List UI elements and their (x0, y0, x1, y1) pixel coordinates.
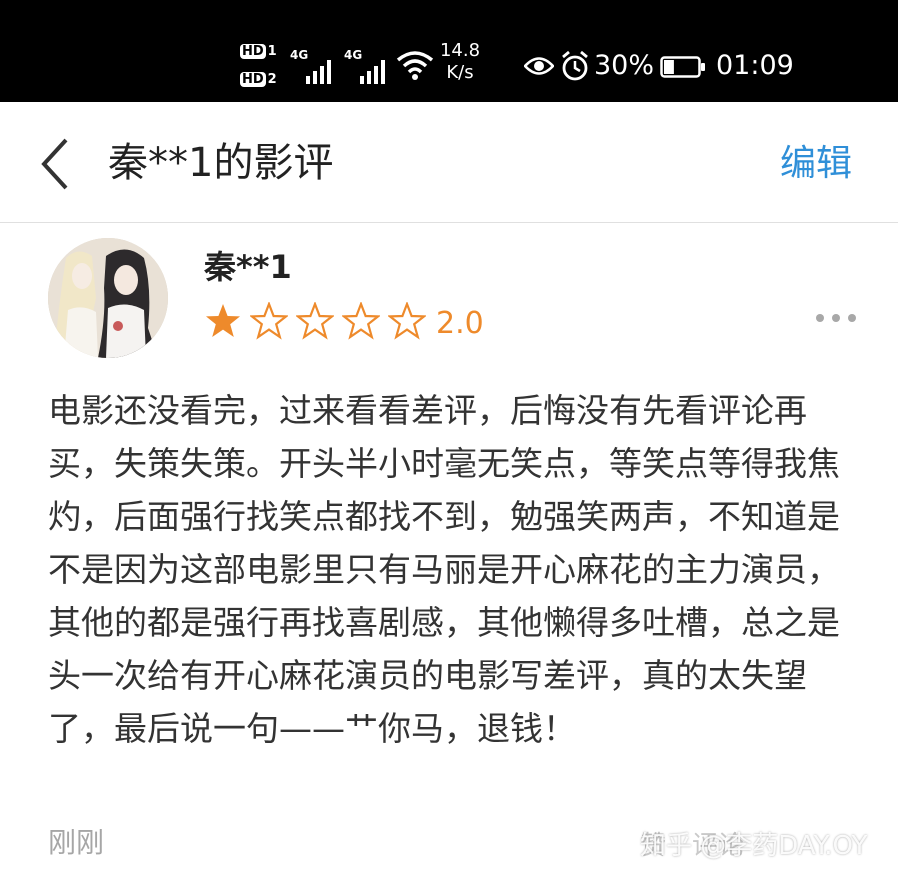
hd-badge-sim2: HD 2 (240, 70, 280, 90)
review-body: 电影还没看完，过来看看差评，后悔没有先看评论再买，失策失策。开头半小时毫无笑点，… (48, 391, 840, 748)
signal-icon (306, 60, 331, 84)
back-button[interactable] (36, 134, 76, 194)
star-empty-icon (342, 302, 380, 340)
network-rate: 14.8 K/s (437, 40, 483, 84)
avatar[interactable] (48, 238, 168, 358)
star-empty-icon (296, 302, 334, 340)
status-right-group: 30% 01:09 (524, 44, 864, 88)
sim-index: 2 (267, 72, 277, 87)
star-empty-icon (388, 302, 426, 340)
wifi-icon (396, 51, 434, 80)
network-rate-unit: K/s (446, 62, 474, 83)
star-filled-icon (206, 304, 240, 337)
signal-icon (360, 60, 385, 84)
username[interactable]: 秦**1 (204, 244, 292, 290)
network-rate-value: 14.8 (439, 40, 481, 61)
battery-percent: 30% (594, 50, 655, 81)
avatar-illustration (48, 238, 168, 358)
rating-value: 2.0 (436, 306, 484, 341)
star-empty-icon (250, 302, 288, 340)
page-title: 秦**1的影评 (108, 140, 334, 186)
review-time: 刚刚 (48, 826, 105, 859)
chevron-left-icon (41, 138, 68, 190)
eye-icon (524, 57, 554, 75)
watermark: 知乎 @李药DAY.OY (640, 831, 868, 861)
sim-index: 1 (267, 44, 277, 59)
hd-voice-indicators: HD 1 HD 2 (240, 40, 280, 92)
status-bar: HD 1 HD 2 4G 4G 14.8 K/s 30% 01:09 (0, 0, 898, 102)
hd-label: HD (240, 44, 266, 59)
hd-label: HD (240, 72, 266, 87)
clock: 01:09 (716, 50, 794, 81)
app-header: 秦**1的影评 编辑 (0, 102, 898, 223)
alarm-icon (562, 50, 588, 81)
hd-badge-sim1: HD 1 (240, 42, 280, 62)
more-dots-icon (848, 314, 856, 322)
edit-button[interactable]: 编辑 (780, 138, 852, 190)
more-options-button[interactable] (814, 308, 858, 328)
battery-icon (660, 56, 705, 78)
more-dots-icon (832, 314, 840, 322)
more-dots-icon (816, 314, 824, 322)
